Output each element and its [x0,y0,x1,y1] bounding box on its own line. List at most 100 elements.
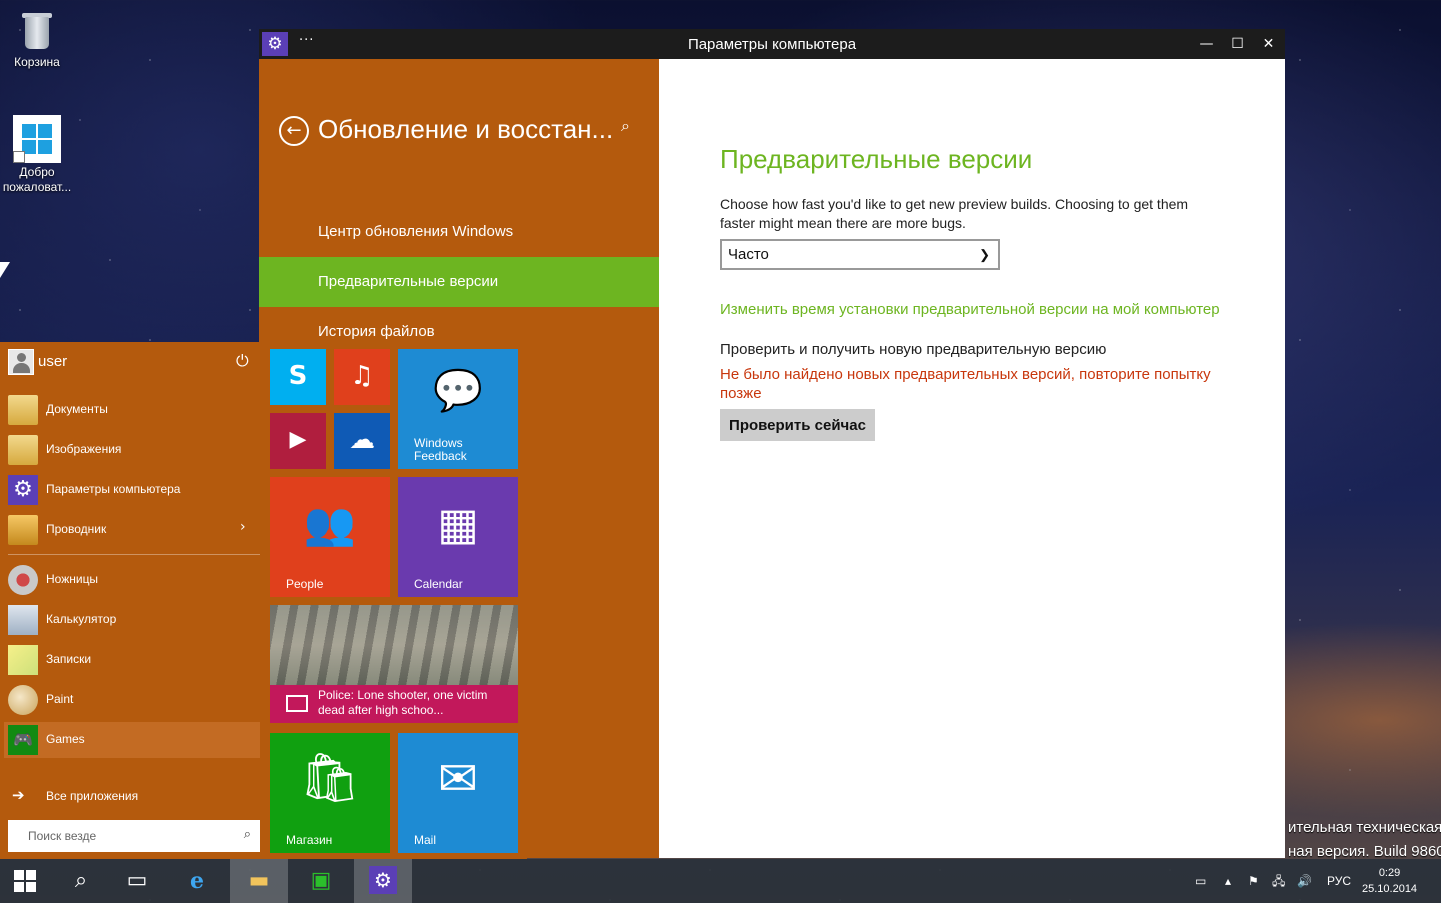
build-watermark-line1: ительная техническая [1288,819,1441,836]
people-tile[interactable]: 👥 People [270,477,390,597]
start-item-label: Записки [46,652,92,666]
task-view-button[interactable]: ▭ [108,859,166,903]
close-button[interactable]: ✕ [1253,29,1284,59]
user-avatar-icon [8,349,34,375]
title-bar: ⚙ ··· Параметры компьютера — ☐ ✕ [259,29,1285,59]
check-now-button[interactable]: Проверить сейчас [720,409,875,441]
skype-icon: S [288,361,308,391]
recycle-bin-shortcut[interactable]: Корзина [0,5,74,70]
mouse-cursor-icon [0,262,10,278]
video-tile[interactable]: ▶ [270,413,326,469]
change-install-time-link[interactable]: Изменить время установки предварительной… [720,301,1220,318]
start-menu: user ⏻ Документы Изображения ⚙ Параметры… [0,342,527,859]
welcome-shortcut[interactable]: Добро пожаловат... [0,115,74,195]
chevron-up-icon[interactable]: ▴ [1225,859,1231,903]
calendar-tile[interactable]: ▦ Calendar [398,477,518,597]
maximize-button[interactable]: ☐ [1222,29,1253,59]
chevron-right-icon[interactable]: › [240,519,246,535]
user-account[interactable]: user [0,342,260,382]
search-icon[interactable]: ⌕ [621,116,630,136]
tile-label-line2: Feedback [414,449,467,463]
gear-icon: ⚙ [8,475,38,505]
network-icon[interactable]: 🖧 [1272,859,1285,903]
search-input[interactable] [8,821,218,851]
no-builds-error: Не было найдено новых предварительных ве… [720,366,1211,402]
windows-feedback-tile[interactable]: 💬 Windows Feedback [398,349,518,469]
start-item-games[interactable]: 🎮 Games [4,722,260,758]
page-title: Предварительные версии [720,144,1033,174]
power-icon[interactable]: ⏻ [236,351,249,371]
windows-logo-icon [14,870,36,892]
explorer-icon [8,515,38,545]
start-item-label: Проводник [46,522,107,536]
envelope-icon: ✉ [437,751,479,807]
volume-icon[interactable]: 🔊 [1297,859,1312,903]
start-item-pictures[interactable]: Изображения [0,432,260,468]
windows-logo-icon [13,115,61,163]
games-controller-icon: 🎮 [8,725,38,755]
store-button[interactable]: ▣ [292,859,350,903]
internet-explorer-button[interactable]: e [168,859,226,903]
preview-description: Choose how fast you'd like to get new pr… [720,196,1189,231]
search-icon[interactable]: ⌕ [244,827,251,842]
clock-time: 0:29 [1378,867,1401,879]
gear-icon: ⚙ [369,866,397,894]
welcome-label: Добро пожаловат... [2,165,72,194]
language-indicator[interactable]: РУС [1327,859,1351,903]
chevron-down-icon: ❯ [979,247,990,262]
headphones-icon: ♫ [350,361,374,391]
scissors-icon [8,565,38,595]
flag-icon[interactable]: ⚑ [1248,859,1259,903]
paint-palette-icon [8,685,38,715]
documents-folder-icon [8,395,38,425]
settings-content: Предварительные версии Choose how fast y… [660,59,1285,858]
start-item-calculator[interactable]: Калькулятор [0,602,260,638]
nav-item-preview-builds[interactable]: Предварительные версии [259,257,659,307]
news-tile[interactable]: Police: Lone shooter, one victim dead af… [270,605,518,723]
task-view-icon: ▭ [126,868,148,893]
start-item-paint[interactable]: Paint [0,682,260,718]
tile-label: People [286,577,324,591]
start-search-box[interactable]: ⌕ [8,820,260,852]
start-button[interactable] [0,859,50,903]
people-icon: 👥 [303,499,357,548]
start-item-label: Калькулятор [46,612,117,626]
minimize-button[interactable]: — [1191,29,1222,59]
back-arrow-icon[interactable]: ← [279,116,309,146]
window-title: Параметры компьютера [687,36,857,53]
nav-item-windows-update[interactable]: Центр обновления Windows [259,207,659,257]
start-item-sticky-notes[interactable]: Записки [0,642,260,678]
preview-speed-dropdown[interactable]: Часто ❯ [720,239,1000,270]
pc-settings-taskbar-button[interactable]: ⚙ [354,859,412,903]
file-explorer-button[interactable]: ▬ [230,859,288,903]
all-apps-link[interactable]: Все приложения [46,789,138,803]
store-tile[interactable]: 🛍 Магазин [270,733,390,853]
clock-date: 25.10.2014 [1362,883,1418,895]
music-tile[interactable]: ♫ [334,349,390,405]
search-button[interactable]: ⌕ [52,859,110,903]
news-photo [270,605,518,685]
recycle-bin-icon [13,5,61,53]
check-label: Проверить и получить новую предварительн… [720,341,1107,358]
start-separator [8,554,260,555]
start-item-documents[interactable]: Документы [0,392,260,428]
tile-label: Calendar [414,577,463,591]
mail-tile[interactable]: ✉ Mail [398,733,518,853]
shortcut-arrow-icon [13,151,25,163]
start-item-snipping[interactable]: Ножницы [0,562,260,598]
onedrive-tile[interactable]: ☁ [334,413,390,469]
start-item-label: Paint [46,692,74,706]
sticky-notes-icon [8,645,38,675]
start-item-explorer[interactable]: Проводник › [0,512,260,548]
build-watermark-line2: ная версия. Build 9860 [1288,843,1441,860]
start-item-label: Ножницы [46,572,99,586]
action-center-icon[interactable]: ▭ [1195,859,1206,903]
calendar-icon: ▦ [437,499,479,550]
recycle-bin-label: Корзина [14,55,60,69]
start-item-label: Параметры компьютера [46,482,181,496]
skype-tile[interactable]: S [270,349,326,405]
clock[interactable]: 0:29 25.10.2014 [1362,865,1417,897]
start-item-pc-settings[interactable]: ⚙ Параметры компьютера [0,472,260,508]
tile-label: Магазин [286,833,333,847]
feedback-people-icon: 💬 [433,368,483,414]
